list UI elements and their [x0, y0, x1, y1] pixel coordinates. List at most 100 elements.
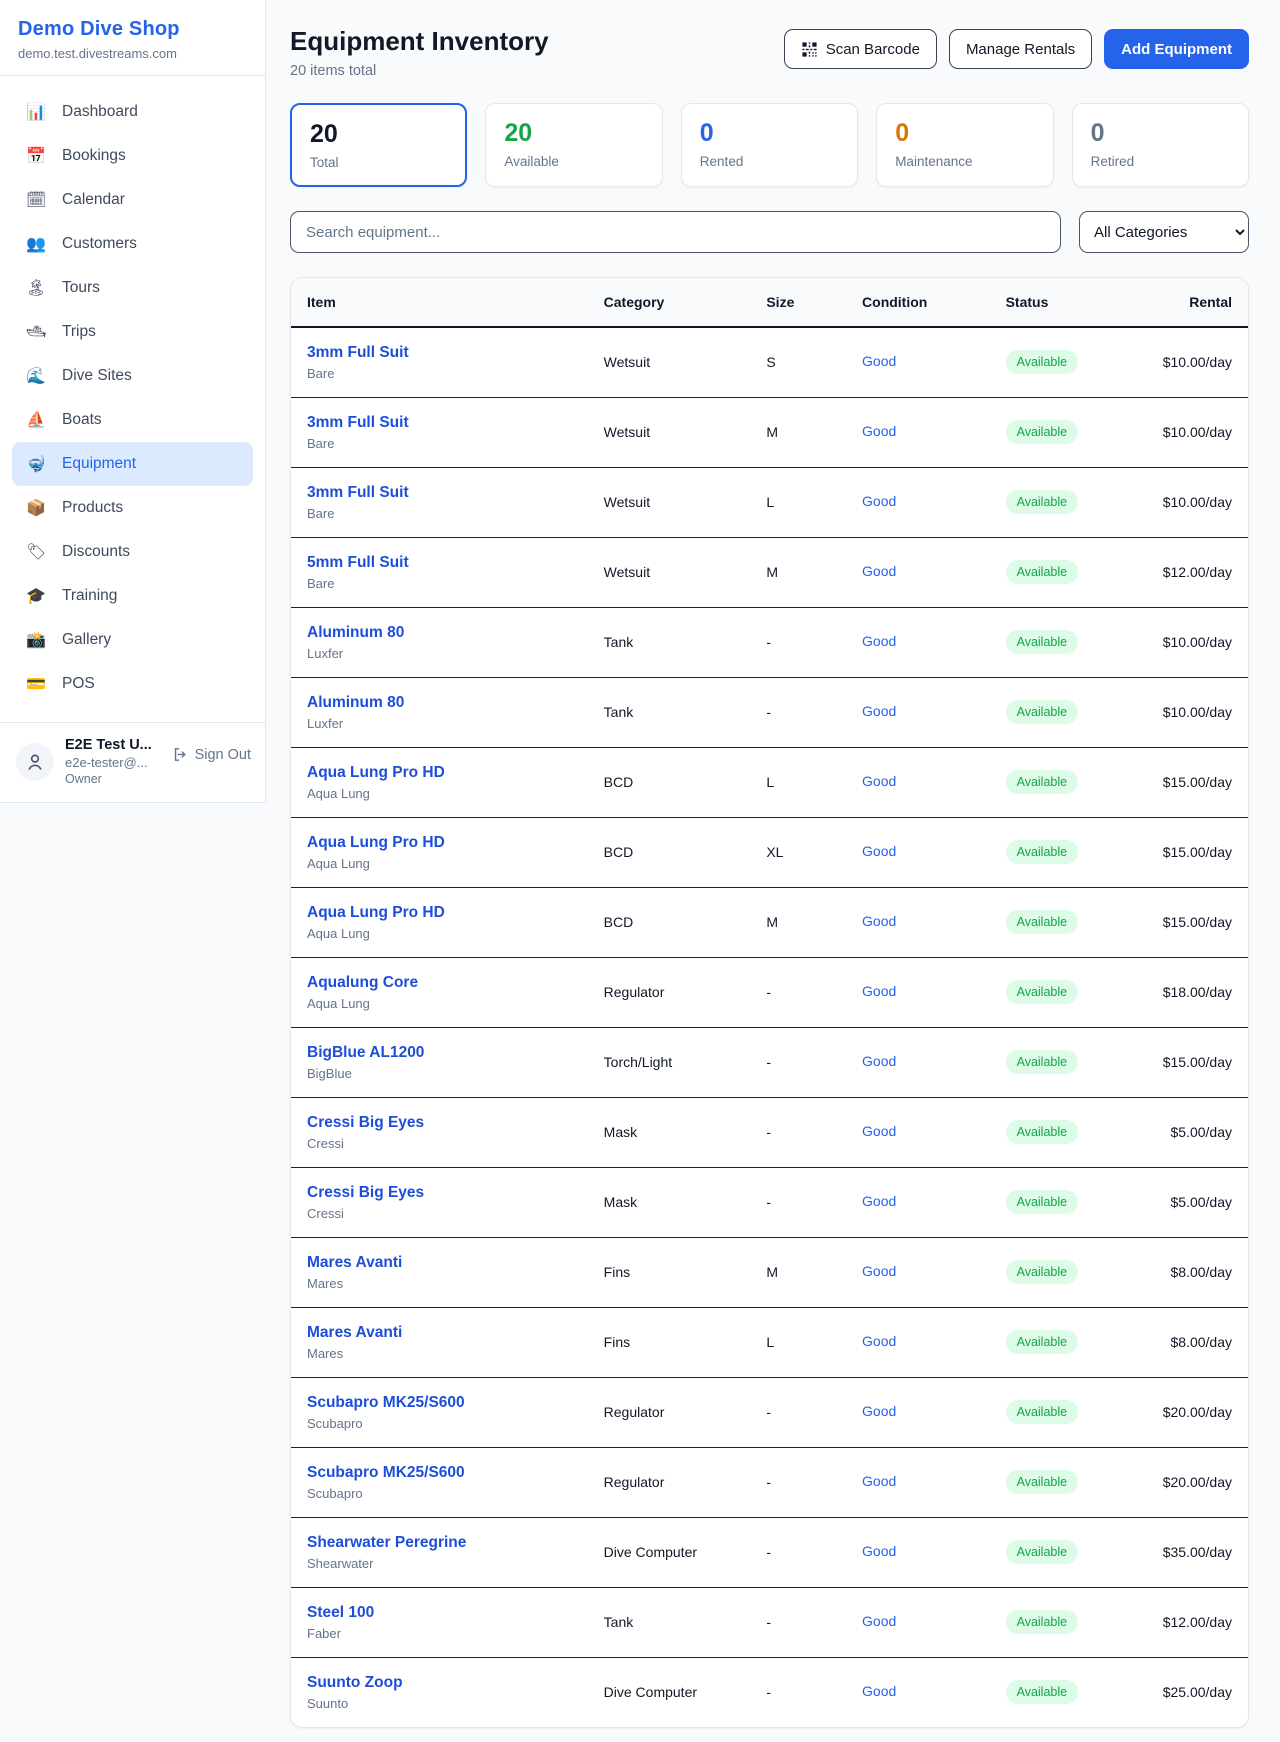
- equipment-table: Item Category Size Condition Status Rent…: [291, 278, 1248, 1727]
- sidebar-item-products[interactable]: 📦Products: [12, 486, 253, 530]
- stat-card-total[interactable]: 20Total: [290, 103, 467, 187]
- item-name-link[interactable]: 5mm Full Suit: [307, 554, 572, 572]
- rental-price: $15.00/day: [1143, 817, 1248, 887]
- condition-link[interactable]: Good: [862, 1683, 896, 1699]
- category-select[interactable]: All Categories: [1079, 211, 1249, 253]
- item-brand: Shearwater: [307, 1556, 572, 1571]
- item-name-link[interactable]: Aqua Lung Pro HD: [307, 834, 572, 852]
- manage-rentals-button[interactable]: Manage Rentals: [949, 29, 1092, 69]
- item-size: -: [750, 1587, 846, 1657]
- col-header-item: Item: [291, 278, 588, 327]
- stat-value: 20: [310, 120, 447, 149]
- status-badge: Available: [1006, 1120, 1079, 1144]
- stat-label: Maintenance: [895, 154, 1034, 169]
- item-name-link[interactable]: Mares Avanti: [307, 1324, 572, 1342]
- table-header-row: Item Category Size Condition Status Rent…: [291, 278, 1248, 327]
- stat-card-maintenance[interactable]: 0Maintenance: [876, 103, 1053, 187]
- condition-link[interactable]: Good: [862, 1123, 896, 1139]
- sign-out-button[interactable]: Sign Out: [172, 746, 251, 763]
- condition-link[interactable]: Good: [862, 1403, 896, 1419]
- item-name-link[interactable]: Scubapro MK25/S600: [307, 1464, 572, 1482]
- main-content: Equipment Inventory 20 items total Scan …: [266, 0, 1280, 1728]
- item-name-link[interactable]: Aqua Lung Pro HD: [307, 904, 572, 922]
- item-name-link[interactable]: Aluminum 80: [307, 694, 572, 712]
- item-name-link[interactable]: Aluminum 80: [307, 624, 572, 642]
- condition-link[interactable]: Good: [862, 983, 896, 999]
- item-name-link[interactable]: BigBlue AL1200: [307, 1044, 572, 1062]
- condition-link[interactable]: Good: [862, 703, 896, 719]
- sidebar-item-discounts[interactable]: 🏷Discounts: [12, 530, 253, 574]
- item-name-link[interactable]: 3mm Full Suit: [307, 344, 572, 362]
- sidebar-item-calendar[interactable]: 🗓Calendar: [12, 178, 253, 222]
- stat-card-rented[interactable]: 0Rented: [681, 103, 858, 187]
- item-name-link[interactable]: 3mm Full Suit: [307, 414, 572, 432]
- sidebar-item-gallery[interactable]: 📸Gallery: [12, 618, 253, 662]
- condition-link[interactable]: Good: [862, 1333, 896, 1349]
- rental-price: $20.00/day: [1143, 1377, 1248, 1447]
- sidebar-item-training[interactable]: 🎓Training: [12, 574, 253, 618]
- rental-price: $12.00/day: [1143, 537, 1248, 607]
- status-badge: Available: [1006, 1190, 1079, 1214]
- status-badge: Available: [1006, 1470, 1079, 1494]
- search-input[interactable]: [290, 211, 1061, 253]
- item-name-link[interactable]: Suunto Zoop: [307, 1674, 572, 1692]
- item-name-link[interactable]: Aqua Lung Pro HD: [307, 764, 572, 782]
- person-icon: [25, 752, 45, 772]
- item-category: Mask: [588, 1097, 751, 1167]
- sidebar-item-label: Calendar: [62, 191, 125, 209]
- user-section: E2E Test U... e2e-tester@... Owner Sign …: [0, 722, 265, 802]
- item-size: -: [750, 677, 846, 747]
- sidebar-item-label: Tours: [62, 279, 100, 297]
- table-row: Aluminum 80LuxferTank-GoodAvailable$10.0…: [291, 607, 1248, 677]
- condition-link[interactable]: Good: [862, 563, 896, 579]
- add-equipment-button[interactable]: Add Equipment: [1104, 29, 1249, 69]
- item-size: -: [750, 607, 846, 677]
- table-row: Steel 100FaberTank-GoodAvailable$12.00/d…: [291, 1587, 1248, 1657]
- item-name-link[interactable]: Aqualung Core: [307, 974, 572, 992]
- condition-link[interactable]: Good: [862, 1193, 896, 1209]
- table-row: Mares AvantiMaresFinsLGoodAvailable$8.00…: [291, 1307, 1248, 1377]
- sidebar-item-dive-sites[interactable]: 🌊Dive Sites: [12, 354, 253, 398]
- sidebar-item-boats[interactable]: ⛵Boats: [12, 398, 253, 442]
- status-badge: Available: [1006, 1260, 1079, 1284]
- condition-link[interactable]: Good: [862, 1543, 896, 1559]
- filter-row: All Categories: [290, 211, 1249, 253]
- item-name-link[interactable]: Scubapro MK25/S600: [307, 1394, 572, 1412]
- condition-link[interactable]: Good: [862, 843, 896, 859]
- item-name-link[interactable]: Mares Avanti: [307, 1254, 572, 1272]
- condition-link[interactable]: Good: [862, 913, 896, 929]
- stat-card-retired[interactable]: 0Retired: [1072, 103, 1249, 187]
- condition-link[interactable]: Good: [862, 353, 896, 369]
- sidebar-item-dashboard[interactable]: 📊Dashboard: [12, 90, 253, 134]
- sidebar-item-equipment[interactable]: 🤿Equipment: [12, 442, 253, 486]
- rental-price: $10.00/day: [1143, 397, 1248, 467]
- rental-price: $10.00/day: [1143, 607, 1248, 677]
- sidebar-item-pos[interactable]: 💳POS: [12, 662, 253, 706]
- diving-mask-icon: 🤿: [26, 454, 46, 474]
- rental-price: $15.00/day: [1143, 1027, 1248, 1097]
- condition-link[interactable]: Good: [862, 1473, 896, 1489]
- stat-label: Available: [504, 154, 643, 169]
- sidebar-item-customers[interactable]: 👥Customers: [12, 222, 253, 266]
- status-badge: Available: [1006, 350, 1079, 374]
- condition-link[interactable]: Good: [862, 423, 896, 439]
- stat-card-available[interactable]: 20Available: [485, 103, 662, 187]
- condition-link[interactable]: Good: [862, 1613, 896, 1629]
- sidebar-item-tours[interactable]: 🏝Tours: [12, 266, 253, 310]
- sidebar-item-trips[interactable]: 🛥Trips: [12, 310, 253, 354]
- item-category: Wetsuit: [588, 397, 751, 467]
- condition-link[interactable]: Good: [862, 493, 896, 509]
- condition-link[interactable]: Good: [862, 1263, 896, 1279]
- rental-price: $10.00/day: [1143, 677, 1248, 747]
- scan-barcode-button[interactable]: Scan Barcode: [784, 29, 937, 69]
- sidebar-item-bookings[interactable]: 📅Bookings: [12, 134, 253, 178]
- item-name-link[interactable]: Steel 100: [307, 1604, 572, 1622]
- item-name-link[interactable]: Cressi Big Eyes: [307, 1184, 572, 1202]
- condition-link[interactable]: Good: [862, 1053, 896, 1069]
- item-name-link[interactable]: 3mm Full Suit: [307, 484, 572, 502]
- condition-link[interactable]: Good: [862, 633, 896, 649]
- item-name-link[interactable]: Cressi Big Eyes: [307, 1114, 572, 1132]
- item-name-link[interactable]: Shearwater Peregrine: [307, 1534, 572, 1552]
- condition-link[interactable]: Good: [862, 773, 896, 789]
- status-badge: Available: [1006, 770, 1079, 794]
